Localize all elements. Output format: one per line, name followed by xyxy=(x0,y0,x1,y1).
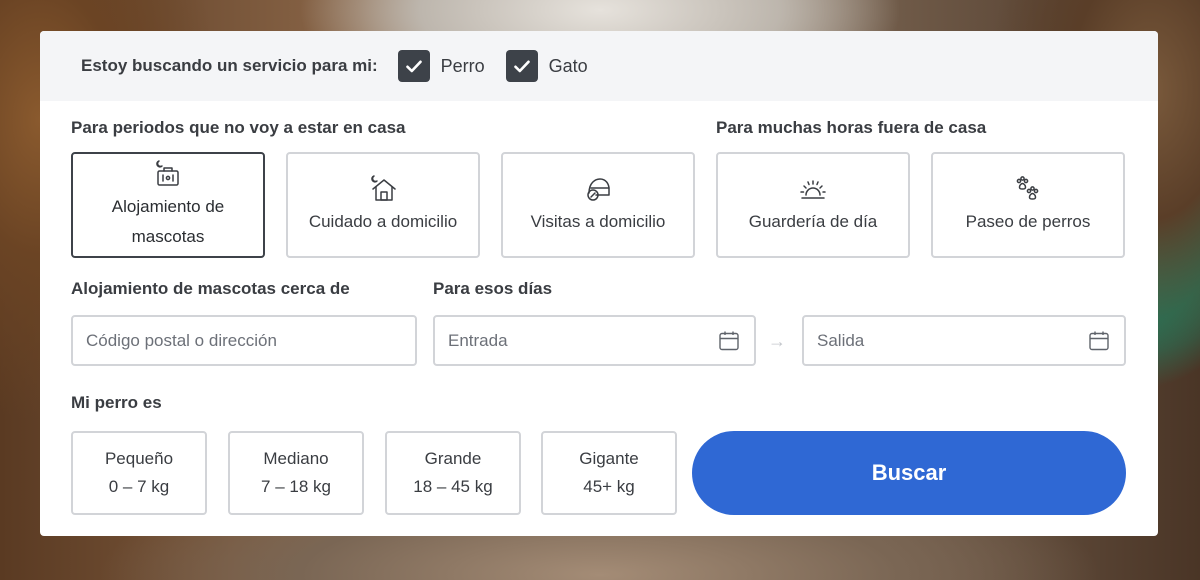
end-date-input[interactable] xyxy=(817,330,1088,351)
dog-walking-icon xyxy=(1016,176,1039,200)
size-option-range: 0 – 7 kg xyxy=(108,477,170,496)
checkbox-dog-box[interactable] xyxy=(397,50,430,82)
service-house-sitting-label: Cuidado a domicilio xyxy=(308,212,458,231)
check-icon xyxy=(405,60,422,72)
location-label: Alojamiento de mascotas cerca de xyxy=(71,279,350,298)
service-drop-in-visits-label: Visitas a domicilio xyxy=(530,212,666,231)
pet-filter-bar: Estoy buscando un servicio para mi: Perr… xyxy=(40,31,1158,101)
search-card: Estoy buscando un servicio para mi: Perr… xyxy=(40,31,1158,536)
size-option-small[interactable]: Pequeño 0 – 7 kg xyxy=(71,431,207,515)
size-option-range: 45+ kg xyxy=(583,477,635,496)
size-option-name: Grande xyxy=(424,449,482,468)
day-care-icon xyxy=(800,180,826,199)
out-services-heading: Para muchas horas fuera de casa xyxy=(716,118,987,137)
size-option-giant[interactable]: Gigante 45+ kg xyxy=(541,431,677,515)
service-drop-in-visits-icon-wrap xyxy=(583,173,613,203)
service-dog-walking[interactable]: Paseo de perros xyxy=(931,152,1125,258)
pet-filter-prompt: Estoy buscando un servicio para mi: xyxy=(81,56,378,75)
start-date-field[interactable] xyxy=(433,315,756,366)
size-option-range: 18 – 45 kg xyxy=(413,477,493,496)
end-date-field[interactable] xyxy=(802,315,1126,366)
service-pet-boarding-label: Alojamiento de mascotas xyxy=(111,197,225,246)
service-drop-in-visits[interactable]: Visitas a domicilio xyxy=(501,152,695,258)
size-option-name: Gigante xyxy=(579,449,639,468)
size-option-large[interactable]: Grande 18 – 45 kg xyxy=(385,431,521,515)
service-pet-boarding[interactable]: Alojamiento de mascotas xyxy=(71,152,265,258)
service-dog-walking-label: Paseo de perros xyxy=(965,212,1091,231)
size-option-name: Mediano xyxy=(263,449,329,468)
service-day-care-label: Guardería de día xyxy=(748,212,878,231)
dates-label: Para esos días xyxy=(433,279,553,298)
house-sitting-icon xyxy=(371,175,396,201)
search-button[interactable]: Buscar xyxy=(692,431,1126,515)
checkbox-dog[interactable]: Perro xyxy=(397,50,485,82)
service-house-sitting[interactable]: Cuidado a domicilio xyxy=(286,152,480,258)
checkbox-cat-label: Gato xyxy=(548,55,588,76)
date-range-arrow-icon: → xyxy=(768,331,786,351)
checkbox-cat[interactable]: Gato xyxy=(505,50,588,82)
service-house-sitting-icon-wrap xyxy=(368,173,398,203)
size-option-range: 7 – 18 kg xyxy=(261,477,331,496)
dog-size-label: Mi perro es xyxy=(71,393,162,412)
location-field[interactable] xyxy=(71,315,417,366)
start-date-input[interactable] xyxy=(448,330,718,351)
service-pet-boarding-icon-wrap xyxy=(153,158,183,188)
pet-boarding-icon xyxy=(156,160,179,186)
size-option-name: Pequeño xyxy=(104,449,174,468)
service-day-care[interactable]: Guardería de día xyxy=(716,152,910,258)
size-option-medium[interactable]: Mediano 7 – 18 kg xyxy=(228,431,364,515)
checkbox-dog-label: Perro xyxy=(440,55,485,76)
away-services-heading: Para periodos que no voy a estar en casa xyxy=(71,118,406,137)
service-day-care-icon-wrap xyxy=(798,173,828,203)
location-input[interactable] xyxy=(86,330,401,351)
service-dog-walking-icon-wrap xyxy=(1013,173,1043,203)
check-icon xyxy=(513,60,530,72)
calendar-icon[interactable] xyxy=(1088,330,1110,352)
checkbox-cat-box[interactable] xyxy=(505,50,538,82)
drop-in-visits-icon xyxy=(587,178,610,201)
calendar-icon[interactable] xyxy=(718,330,740,352)
